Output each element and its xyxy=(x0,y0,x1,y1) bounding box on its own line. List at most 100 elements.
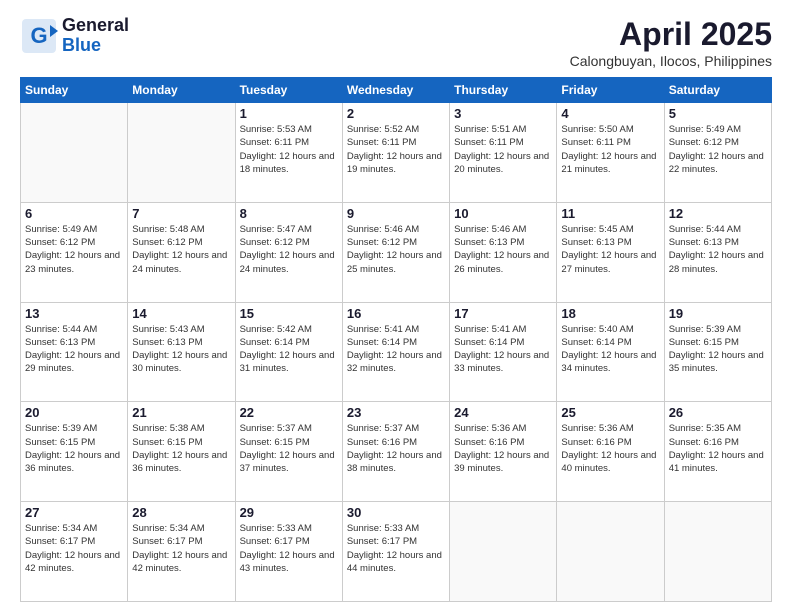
calendar-header-thursday: Thursday xyxy=(450,78,557,103)
calendar-cell: 3 Sunrise: 5:51 AMSunset: 6:11 PMDaylight… xyxy=(450,103,557,203)
calendar-cell xyxy=(128,103,235,203)
day-number: 23 xyxy=(347,405,445,420)
week-row-3: 13 Sunrise: 5:44 AMSunset: 6:13 PMDayligh… xyxy=(21,302,772,402)
day-detail: Sunrise: 5:42 AMSunset: 6:14 PMDaylight:… xyxy=(240,323,338,376)
calendar-cell: 14Sunrise: 5:43 AMSunset: 6:13 PMDayligh… xyxy=(128,302,235,402)
calendar-cell: 25 Sunrise: 5:36 AMSunset: 6:16 PMDayligh… xyxy=(557,402,664,502)
calendar-cell: 19 Sunrise: 5:39 AMSunset: 6:15 PMDayligh… xyxy=(664,302,771,402)
calendar-header-friday: Friday xyxy=(557,78,664,103)
day-number: 5 xyxy=(669,106,767,121)
day-detail: Sunrise: 5:37 AMSunset: 6:15 PMDaylight:… xyxy=(240,422,338,475)
day-detail: Sunrise: 5:53 AMSunset: 6:11 PMDaylight:… xyxy=(240,123,338,176)
day-number: 21 xyxy=(132,405,230,420)
logo-general: General xyxy=(62,16,129,36)
calendar-cell: 30 Sunrise: 5:33 AMSunset: 6:17 PMDayligh… xyxy=(342,502,449,602)
day-detail: Sunrise: 5:46 AMSunset: 6:13 PMDaylight:… xyxy=(454,223,552,276)
calendar-cell xyxy=(21,103,128,203)
day-number: 1 xyxy=(240,106,338,121)
day-number: 24 xyxy=(454,405,552,420)
calendar-header-wednesday: Wednesday xyxy=(342,78,449,103)
day-detail: Sunrise: 5:35 AMSunset: 6:16 PMDaylight:… xyxy=(669,422,767,475)
day-number: 28 xyxy=(132,505,230,520)
day-number: 16 xyxy=(347,306,445,321)
day-number: 10 xyxy=(454,206,552,221)
calendar-cell: 24 Sunrise: 5:36 AMSunset: 6:16 PMDayligh… xyxy=(450,402,557,502)
calendar-cell xyxy=(664,502,771,602)
day-number: 3 xyxy=(454,106,552,121)
calendar-cell: 21 Sunrise: 5:38 AMSunset: 6:15 PMDayligh… xyxy=(128,402,235,502)
calendar-cell: 16 Sunrise: 5:41 AMSunset: 6:14 PMDayligh… xyxy=(342,302,449,402)
day-detail: Sunrise: 5:41 AMSunset: 6:14 PMDaylight:… xyxy=(347,323,445,376)
calendar-cell: 8Sunrise: 5:47 AMSunset: 6:12 PMDaylight… xyxy=(235,202,342,302)
day-detail: Sunrise: 5:46 AMSunset: 6:12 PMDaylight:… xyxy=(347,223,445,276)
day-number: 7 xyxy=(132,206,230,221)
day-detail: Sunrise: 5:41 AMSunset: 6:14 PMDaylight:… xyxy=(454,323,552,376)
day-number: 25 xyxy=(561,405,659,420)
day-detail: Sunrise: 5:33 AMSunset: 6:17 PMDaylight:… xyxy=(347,522,445,575)
calendar-cell: 1 Sunrise: 5:53 AMSunset: 6:11 PMDaylight… xyxy=(235,103,342,203)
day-detail: Sunrise: 5:36 AMSunset: 6:16 PMDaylight:… xyxy=(454,422,552,475)
calendar-cell: 23 Sunrise: 5:37 AMSunset: 6:16 PMDayligh… xyxy=(342,402,449,502)
calendar-header-tuesday: Tuesday xyxy=(235,78,342,103)
day-number: 15 xyxy=(240,306,338,321)
day-detail: Sunrise: 5:38 AMSunset: 6:15 PMDaylight:… xyxy=(132,422,230,475)
day-detail: Sunrise: 5:39 AMSunset: 6:15 PMDaylight:… xyxy=(25,422,123,475)
calendar-cell: 7 Sunrise: 5:48 AMSunset: 6:12 PMDaylight… xyxy=(128,202,235,302)
day-detail: Sunrise: 5:44 AMSunset: 6:13 PMDaylight:… xyxy=(669,223,767,276)
day-detail: Sunrise: 5:47 AMSunset: 6:12 PMDaylight:… xyxy=(240,223,338,276)
day-detail: Sunrise: 5:45 AMSunset: 6:13 PMDaylight:… xyxy=(561,223,659,276)
day-number: 29 xyxy=(240,505,338,520)
day-detail: Sunrise: 5:51 AMSunset: 6:11 PMDaylight:… xyxy=(454,123,552,176)
day-detail: Sunrise: 5:44 AMSunset: 6:13 PMDaylight:… xyxy=(25,323,123,376)
day-detail: Sunrise: 5:36 AMSunset: 6:16 PMDaylight:… xyxy=(561,422,659,475)
day-number: 27 xyxy=(25,505,123,520)
day-detail: Sunrise: 5:33 AMSunset: 6:17 PMDaylight:… xyxy=(240,522,338,575)
calendar-cell: 17 Sunrise: 5:41 AMSunset: 6:14 PMDayligh… xyxy=(450,302,557,402)
day-detail: Sunrise: 5:50 AMSunset: 6:11 PMDaylight:… xyxy=(561,123,659,176)
calendar-cell: 27Sunrise: 5:34 AMSunset: 6:17 PMDayligh… xyxy=(21,502,128,602)
calendar-header-sunday: Sunday xyxy=(21,78,128,103)
week-row-2: 6Sunrise: 5:49 AMSunset: 6:12 PMDaylight… xyxy=(21,202,772,302)
calendar-cell: 13 Sunrise: 5:44 AMSunset: 6:13 PMDayligh… xyxy=(21,302,128,402)
week-row-1: 1 Sunrise: 5:53 AMSunset: 6:11 PMDaylight… xyxy=(21,103,772,203)
logo-blue: Blue xyxy=(62,36,129,56)
day-number: 12 xyxy=(669,206,767,221)
title-location: Calongbuyan, Ilocos, Philippines xyxy=(570,53,772,69)
day-number: 13 xyxy=(25,306,123,321)
day-detail: Sunrise: 5:49 AMSunset: 6:12 PMDaylight:… xyxy=(25,223,123,276)
day-detail: Sunrise: 5:43 AMSunset: 6:13 PMDaylight:… xyxy=(132,323,230,376)
calendar-cell: 4Sunrise: 5:50 AMSunset: 6:11 PMDaylight… xyxy=(557,103,664,203)
svg-text:G: G xyxy=(30,23,47,48)
day-number: 2 xyxy=(347,106,445,121)
calendar-cell: 18Sunrise: 5:40 AMSunset: 6:14 PMDayligh… xyxy=(557,302,664,402)
top-header: G General Blue April 2025 Calongbuyan, I… xyxy=(20,16,772,69)
week-row-5: 27 Sunrise: 5:34 AMSunset: 6:17 PMDayligh… xyxy=(21,502,772,602)
calendar-cell: 20 Sunrise: 5:39 AMSunset: 6:15 PMDayligh… xyxy=(21,402,128,502)
day-detail: Sunrise: 5:40 AMSunset: 6:14 PMDaylight:… xyxy=(561,323,659,376)
day-number: 22 xyxy=(240,405,338,420)
calendar-cell: 10 Sunrise: 5:46 AMSunset: 6:13 PMDayligh… xyxy=(450,202,557,302)
calendar-header-row: SundayMondayTuesdayWednesdayThursdayFrid… xyxy=(21,78,772,103)
day-number: 30 xyxy=(347,505,445,520)
day-number: 26 xyxy=(669,405,767,420)
calendar-cell: 11Sunrise: 5:45 AMSunset: 6:13 PMDayligh… xyxy=(557,202,664,302)
logo: G General Blue xyxy=(20,16,129,56)
calendar-header-saturday: Saturday xyxy=(664,78,771,103)
calendar-cell: 6Sunrise: 5:49 AMSunset: 6:12 PMDaylight… xyxy=(21,202,128,302)
day-number: 19 xyxy=(669,306,767,321)
day-detail: Sunrise: 5:37 AMSunset: 6:16 PMDaylight:… xyxy=(347,422,445,475)
calendar-cell: 28 Sunrise: 5:34 AMSunset: 6:17 PMDayligh… xyxy=(128,502,235,602)
calendar-cell: 29 Sunrise: 5:33 AMSunset: 6:17 PMDayligh… xyxy=(235,502,342,602)
day-number: 17 xyxy=(454,306,552,321)
week-row-4: 20 Sunrise: 5:39 AMSunset: 6:15 PMDayligh… xyxy=(21,402,772,502)
calendar-cell: 5Sunrise: 5:49 AMSunset: 6:12 PMDaylight… xyxy=(664,103,771,203)
title-month: April 2025 xyxy=(570,16,772,53)
day-detail: Sunrise: 5:48 AMSunset: 6:12 PMDaylight:… xyxy=(132,223,230,276)
day-detail: Sunrise: 5:52 AMSunset: 6:11 PMDaylight:… xyxy=(347,123,445,176)
day-number: 20 xyxy=(25,405,123,420)
calendar-cell: 2 Sunrise: 5:52 AMSunset: 6:11 PMDaylight… xyxy=(342,103,449,203)
day-detail: Sunrise: 5:34 AMSunset: 6:17 PMDaylight:… xyxy=(132,522,230,575)
calendar-table: SundayMondayTuesdayWednesdayThursdayFrid… xyxy=(20,77,772,602)
logo-icon: G xyxy=(20,17,58,55)
day-detail: Sunrise: 5:39 AMSunset: 6:15 PMDaylight:… xyxy=(669,323,767,376)
